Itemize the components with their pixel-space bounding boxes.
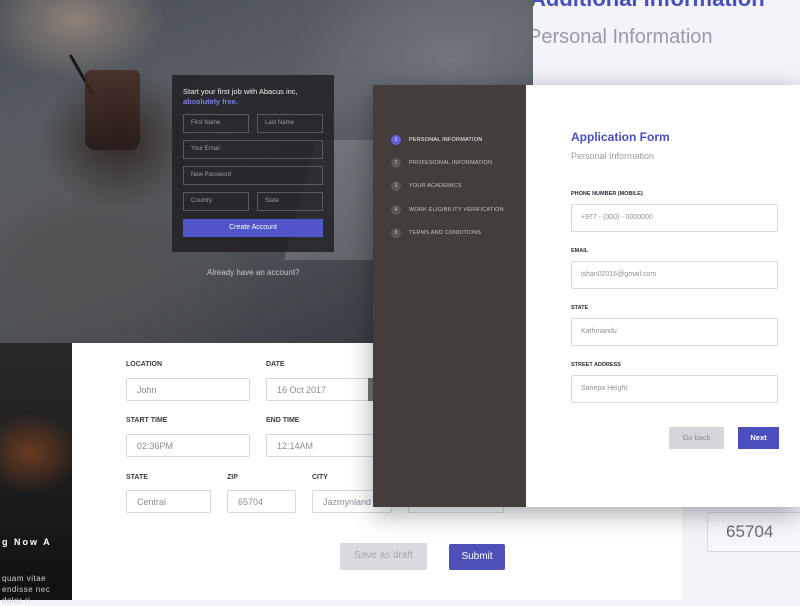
email-input[interactable]: ishan02016@gmail.com <box>571 261 778 289</box>
email-label: EMAIL <box>571 248 589 254</box>
form-subtitle: Personal Information <box>571 151 655 161</box>
step-number: 1 <box>391 135 401 145</box>
step-number: 4 <box>391 205 401 215</box>
location-row: Country State <box>183 192 323 211</box>
step-personal-information[interactable]: 1 PERSONAL INFORMATION <box>391 135 482 145</box>
location-input[interactable]: John <box>126 378 250 401</box>
form-title: Application Form <box>571 130 670 144</box>
step-number: 5 <box>391 228 401 238</box>
state-label: STATE <box>571 305 589 311</box>
state-input[interactable]: Kathmandu <box>571 318 778 346</box>
street-label: STREET ADDRESS <box>571 362 621 368</box>
zip-input[interactable]: 65704 <box>227 490 296 513</box>
first-name-input[interactable]: First Name <box>183 114 249 133</box>
state-input[interactable]: State <box>257 192 323 211</box>
create-account-button[interactable]: Create Account <box>183 219 323 237</box>
secondary-paragraph-line: endisse nec <box>2 585 51 594</box>
step-label: TERMS AND CONDITIONS <box>409 230 482 236</box>
phone-input[interactable]: +977 - (000) - 0000000 <box>571 204 778 232</box>
start-time-label: START TIME <box>126 417 168 424</box>
background-subtitle: Personal Information <box>528 26 713 48</box>
step-number: 3 <box>391 181 401 191</box>
city-label: CITY <box>312 474 328 481</box>
background-title: Additional Information <box>530 0 765 12</box>
steps-sidebar: 1 PERSONAL INFORMATION 2 PROFESIONAL INF… <box>373 85 526 507</box>
step-terms[interactable]: 5 TERMS AND CONDITIONS <box>391 228 481 238</box>
zip-label: ZIP <box>227 474 238 481</box>
secondary-paragraph-line: quam vitae <box>2 574 47 583</box>
phone-label: PHONE NUMBER (MOBILE) <box>571 191 643 197</box>
country-input[interactable]: Country <box>183 192 249 211</box>
go-back-button[interactable]: Go back <box>669 427 724 449</box>
application-window: 1 PERSONAL INFORMATION 2 PROFESIONAL INF… <box>373 85 800 507</box>
secondary-photo <box>0 343 72 600</box>
secondary-headline: g Now A <box>2 537 52 547</box>
state-label: STATE <box>126 474 148 481</box>
step-professional-information[interactable]: 2 PROFESIONAL INFORMATION <box>391 158 492 168</box>
signup-heading: Start your first job with Abacus inc, ab… <box>183 87 323 107</box>
signup-heading-highlight: absolutely free. <box>183 97 239 106</box>
step-label: PROFESIONAL INFORMATION <box>409 160 493 166</box>
date-input[interactable]: 16 Oct 2017 <box>266 378 370 401</box>
password-row: New Password <box>183 166 323 185</box>
end-time-label: END TIME <box>266 417 300 424</box>
signup-heading-text: Start your first job with Abacus inc, <box>183 87 298 96</box>
background-zip-field[interactable]: 65704 <box>707 512 800 552</box>
end-time-input[interactable]: 12:14AM <box>266 434 378 457</box>
name-row: First Name Last Name <box>183 114 323 133</box>
step-number: 2 <box>391 158 401 168</box>
street-input[interactable]: Sanepa Height <box>571 375 778 403</box>
save-draft-button[interactable]: Save as draft <box>340 543 427 570</box>
step-label: YOUR ACADEMICS <box>409 183 462 189</box>
step-academics[interactable]: 3 YOUR ACADEMICS <box>391 181 462 191</box>
email-row: Your Email <box>183 140 323 159</box>
next-button[interactable]: Next <box>738 427 779 449</box>
step-work-eligibility[interactable]: 4 WORK ELIGIBILITY VERIFICATION <box>391 205 504 215</box>
email-input[interactable]: Your Email <box>183 140 323 159</box>
secondary-paragraph-line: dolor ri <box>2 596 31 605</box>
location-label: LOCATION <box>126 361 163 368</box>
date-label: DATE <box>266 361 285 368</box>
login-link[interactable]: Already have an account? <box>207 268 300 277</box>
start-time-input[interactable]: 02:36PM <box>126 434 250 457</box>
application-form: Application Form Personal Information PH… <box>526 85 800 507</box>
state-input[interactable]: Central <box>126 490 211 513</box>
last-name-input[interactable]: Last Name <box>257 114 323 133</box>
signup-card: Start your first job with Abacus inc, ab… <box>172 75 334 252</box>
secondary-paragraph: quam vitae endisse nec dolor ri <box>0 573 72 606</box>
password-input[interactable]: New Password <box>183 166 323 185</box>
step-label: PERSONAL INFORMATION <box>409 137 483 143</box>
step-label: WORK ELIGIBILITY VERIFICATION <box>409 207 504 213</box>
submit-button[interactable]: Submit <box>449 544 505 570</box>
